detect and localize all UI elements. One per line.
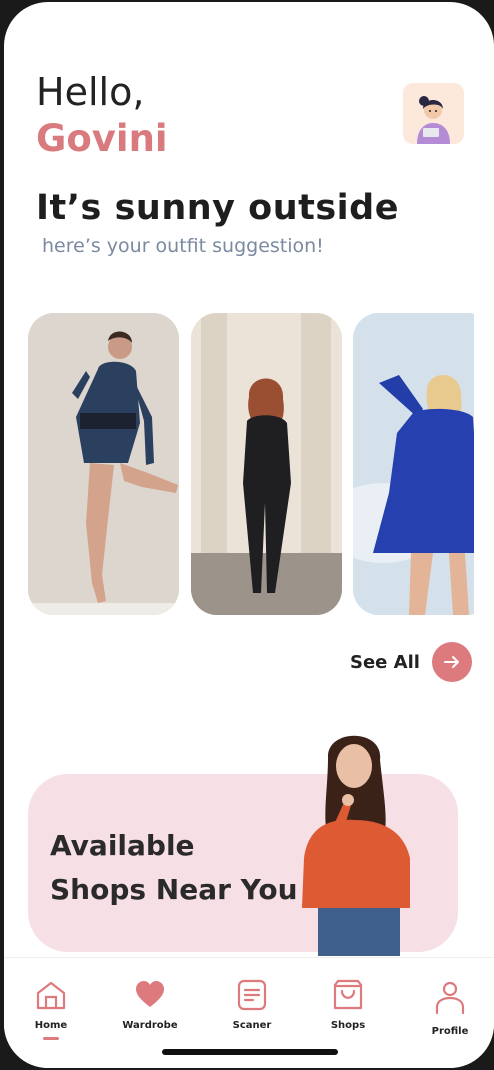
outfit-card-2[interactable] [191, 313, 342, 615]
home-icon [36, 981, 66, 1010]
tab-scaner[interactable]: Scaner [212, 978, 292, 1031]
outfit-carousel[interactable] [28, 313, 474, 615]
home-indicator[interactable] [162, 1049, 338, 1055]
weather-headline: It’s sunny outside [36, 188, 399, 228]
greeting-hello: Hello, [36, 70, 145, 114]
see-all-button[interactable] [432, 642, 472, 682]
app-screen: Hello, Govini It’s sunny outside here’s … [4, 2, 494, 1068]
tab-home-label: Home [34, 1020, 68, 1031]
woman-blue-romper-photo [353, 313, 474, 615]
active-tab-indicator [43, 1037, 59, 1040]
outfit-subtitle: here’s your outfit suggestion! [42, 235, 324, 257]
woman-orange-sweater-photo [302, 735, 410, 956]
tab-shops[interactable]: Shops [308, 978, 388, 1031]
tab-wardrobe-label: Wardrobe [122, 1020, 178, 1031]
woman-striped-dress-photo [28, 313, 179, 615]
shops-banner-model-image [288, 728, 418, 956]
tab-profile[interactable]: Profile [410, 978, 490, 1037]
document-icon [237, 979, 267, 1011]
avatar[interactable] [403, 83, 464, 144]
heart-icon [136, 981, 164, 1007]
outfit-card-1[interactable] [28, 313, 179, 615]
shopping-bag-icon [333, 979, 363, 1010]
tab-wardrobe[interactable]: Wardrobe [110, 978, 190, 1031]
tab-profile-label: Profile [431, 1026, 469, 1037]
see-all-link[interactable]: See All [350, 652, 420, 673]
woman-black-jumpsuit-photo [191, 313, 342, 615]
user-icon [435, 981, 465, 1015]
shops-banner-title: Available Shops Near You [50, 829, 298, 906]
tab-home[interactable]: Home [11, 978, 91, 1040]
tab-scaner-label: Scaner [232, 1020, 272, 1031]
greeting-username: Govini [36, 117, 168, 160]
outfit-card-3[interactable] [353, 313, 474, 615]
tab-shops-label: Shops [330, 1020, 366, 1031]
arrow-right-icon [444, 656, 459, 668]
user-avatar-icon [403, 83, 464, 144]
greeting: Hello, Govini [36, 68, 168, 162]
